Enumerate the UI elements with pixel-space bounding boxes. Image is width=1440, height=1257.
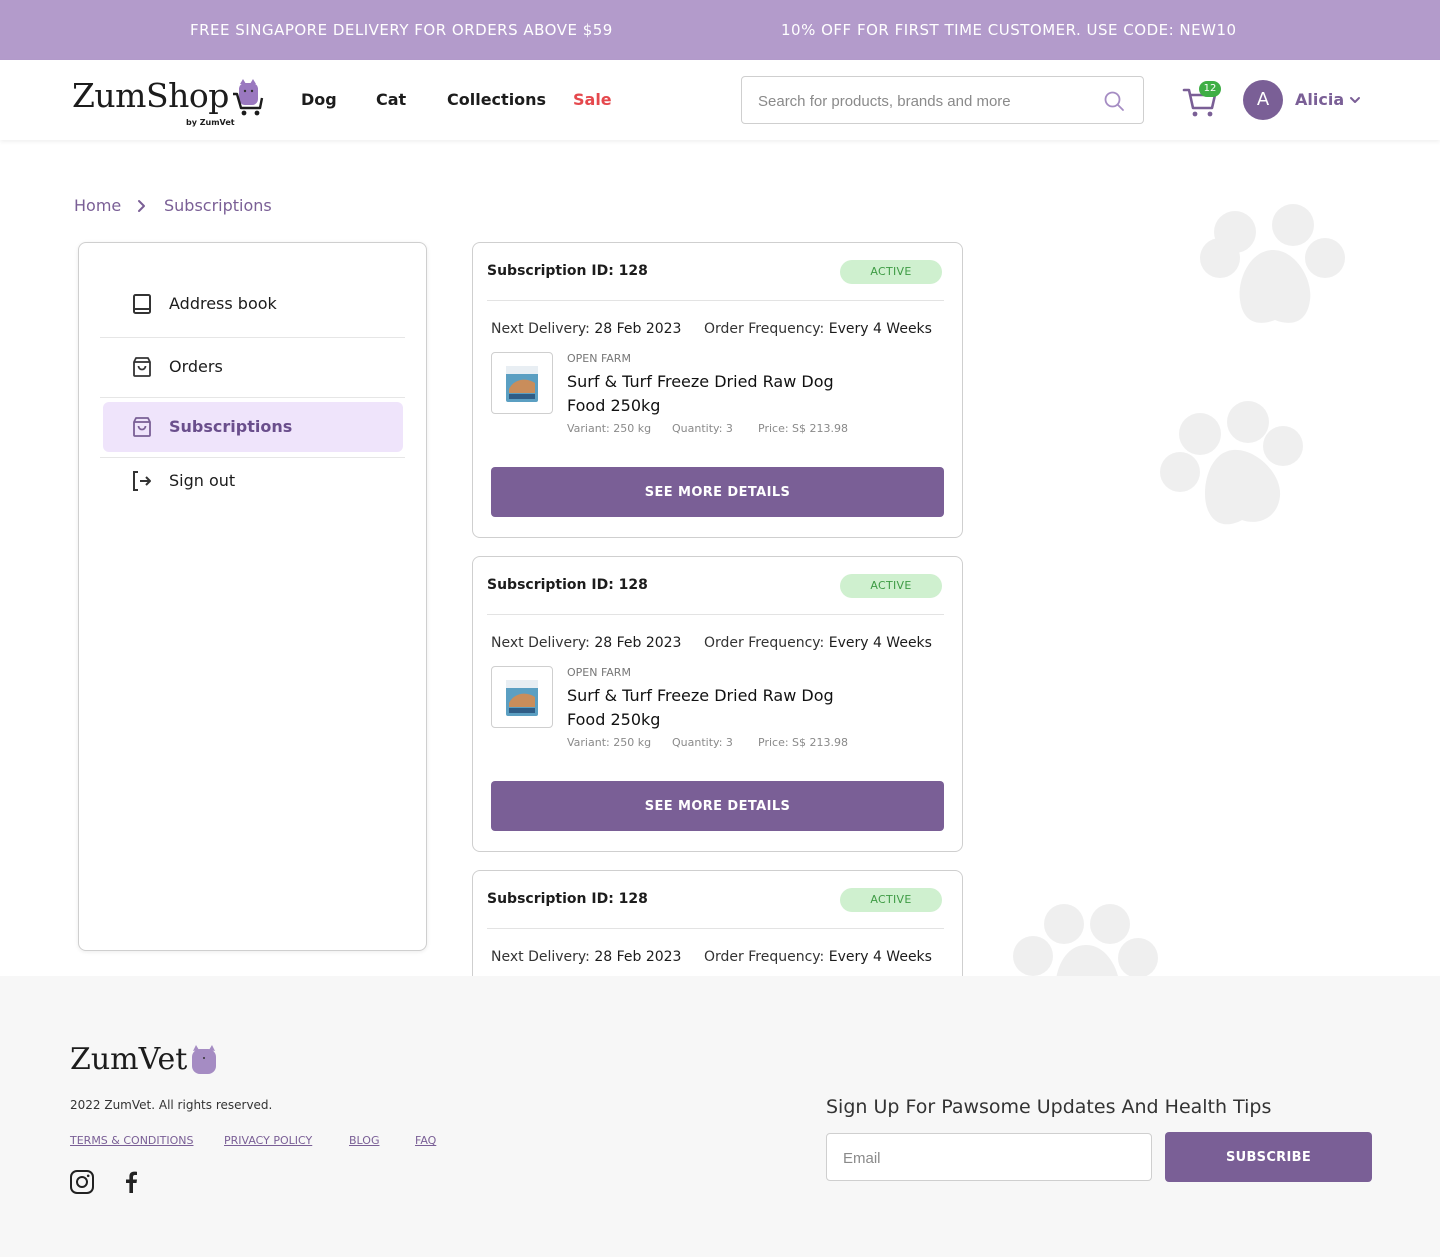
paw-decoration-icon [1200,204,1345,323]
order-frequency: Order Frequency: Every 4 Weeks [704,949,932,965]
product-name: Surf & Turf Freeze Dried Raw Dog Food 25… [567,686,834,729]
next-delivery: Next Delivery: 28 Feb 2023 [491,949,681,965]
product-image [506,366,538,402]
product-quantity: Quantity: 3 [672,422,733,435]
logo-subtext: by ZumVet [186,118,235,127]
divider [487,300,944,301]
status-badge: ACTIVE [840,260,942,284]
next-delivery: Next Delivery: 28 Feb 2023 [491,635,681,651]
cat-basket-icon [233,79,264,116]
product-variant: Variant: 250 kg [567,736,652,749]
status-badge: ACTIVE [840,574,942,598]
footer-logo-text: ZumVet [70,1042,188,1077]
search-box [741,76,1144,124]
sidebar-item-subscriptions[interactable]: Subscriptions [103,402,403,452]
next-delivery-value: 28 Feb 2023 [594,949,682,965]
divider [100,337,405,338]
nav-sale[interactable]: Sale [573,90,612,109]
see-more-details-button[interactable]: SEE MORE DETAILS [491,781,944,831]
product-image [506,680,538,716]
sidebar-item-label: Address book [169,294,277,313]
divider [100,397,405,398]
book-icon [133,294,151,314]
sign-out-icon [133,471,151,491]
cart-button[interactable]: 12 [1182,81,1222,118]
product-price: Price: S$ 213.98 [758,736,849,749]
product-thumbnail[interactable] [491,352,553,414]
next-delivery: Next Delivery: 28 Feb 2023 [491,321,681,337]
subscription-id: Subscription ID: 128 [487,577,648,593]
product-brand: OPEN FARM [567,666,631,679]
email-field[interactable] [843,1146,1133,1170]
zumshop-logo[interactable]: ZumShop by ZumVet [72,76,267,130]
nav-collections[interactable]: Collections [447,90,546,109]
instagram-icon[interactable] [69,1169,95,1195]
avatar[interactable]: A [1243,80,1283,120]
sidebar-item-label: Orders [169,357,223,376]
sidebar-item-orders[interactable]: Orders [103,342,403,392]
product-price: Price: S$ 213.98 [758,422,849,435]
product-quantity: Quantity: 3 [672,736,733,749]
sidebar-item-address-book[interactable]: Address book [103,279,403,329]
bag-icon [133,417,151,437]
site-header: ZumShop by ZumVet Dog Cat Collections Sa… [0,60,1440,140]
chevron-right-icon [138,200,145,212]
sidebar-item-label: Subscriptions [169,417,293,436]
footer-link-privacy[interactable]: PRIVACY POLICY [224,1134,312,1147]
order-frequency-value: Every 4 Weeks [828,949,932,965]
status-badge: ACTIVE [840,888,942,912]
next-delivery-label: Next Delivery: [491,635,590,651]
copyright-text: 2022 ZumVet. All rights reserved. [70,1098,273,1112]
promo-bar: FREE SINGAPORE DELIVERY FOR ORDERS ABOVE… [0,0,1440,60]
newsletter-title: Sign Up For Pawsome Updates And Health T… [826,1096,1272,1118]
footer-link-faq[interactable]: FAQ [415,1134,436,1147]
product-thumbnail[interactable] [491,666,553,728]
email-field-box [826,1133,1152,1181]
facebook-icon[interactable] [118,1169,144,1195]
subscribe-button[interactable]: SUBSCRIBE [1165,1132,1372,1182]
sidebar-item-sign-out[interactable]: Sign out [103,456,403,506]
next-delivery-label: Next Delivery: [491,949,590,965]
next-delivery-value: 28 Feb 2023 [594,635,682,651]
footer-link-terms[interactable]: TERMS & CONDITIONS [70,1134,193,1147]
paw-decoration-icon [1160,401,1303,525]
breadcrumb-current: Subscriptions [164,196,272,215]
order-frequency-label: Order Frequency: [704,321,825,337]
subscription-id: Subscription ID: 128 [487,263,648,279]
bag-icon [133,357,151,377]
promo-delivery-text: FREE SINGAPORE DELIVERY FOR ORDERS ABOVE… [190,21,613,39]
next-delivery-label: Next Delivery: [491,321,590,337]
product-name: Surf & Turf Freeze Dried Raw Dog Food 25… [567,372,834,415]
nav-cat[interactable]: Cat [376,90,406,109]
order-frequency: Order Frequency: Every 4 Weeks [704,321,932,337]
product-brand: OPEN FARM [567,352,631,365]
account-sidebar: Address book Orders Subscriptions Sign o… [78,242,427,951]
search-icon[interactable] [1102,89,1126,113]
product-variant: Variant: 250 kg [567,422,652,435]
divider [487,614,944,615]
order-frequency-label: Order Frequency: [704,635,825,651]
subscription-id: Subscription ID: 128 [487,891,648,907]
next-delivery-value: 28 Feb 2023 [594,321,682,337]
subscription-card: Subscription ID: 128 ACTIVE Next Deliver… [472,556,963,852]
promo-discount-text: 10% OFF FOR FIRST TIME CUSTOMER. USE COD… [781,21,1237,39]
search-input[interactable] [758,89,1088,113]
order-frequency-value: Every 4 Weeks [828,321,932,337]
nav-dog[interactable]: Dog [301,90,337,109]
order-frequency: Order Frequency: Every 4 Weeks [704,635,932,651]
cat-logo-icon [192,1045,216,1074]
subscription-card: Subscription ID: 128 ACTIVE Next Deliver… [472,242,963,538]
logo-text: ZumShop [72,76,229,115]
sidebar-item-label: Sign out [169,471,236,490]
divider [487,928,944,929]
cart-count-badge: 12 [1199,81,1221,97]
footer-link-blog[interactable]: BLOG [349,1134,379,1147]
order-frequency-label: Order Frequency: [704,949,825,965]
user-name[interactable]: Alicia [1295,90,1344,109]
order-frequency-value: Every 4 Weeks [828,635,932,651]
see-more-details-button[interactable]: SEE MORE DETAILS [491,467,944,517]
breadcrumb-home[interactable]: Home [74,196,121,215]
site-footer: ZumVet 2022 ZumVet. All rights reserved.… [0,976,1440,1257]
chevron-down-icon[interactable] [1348,93,1362,107]
